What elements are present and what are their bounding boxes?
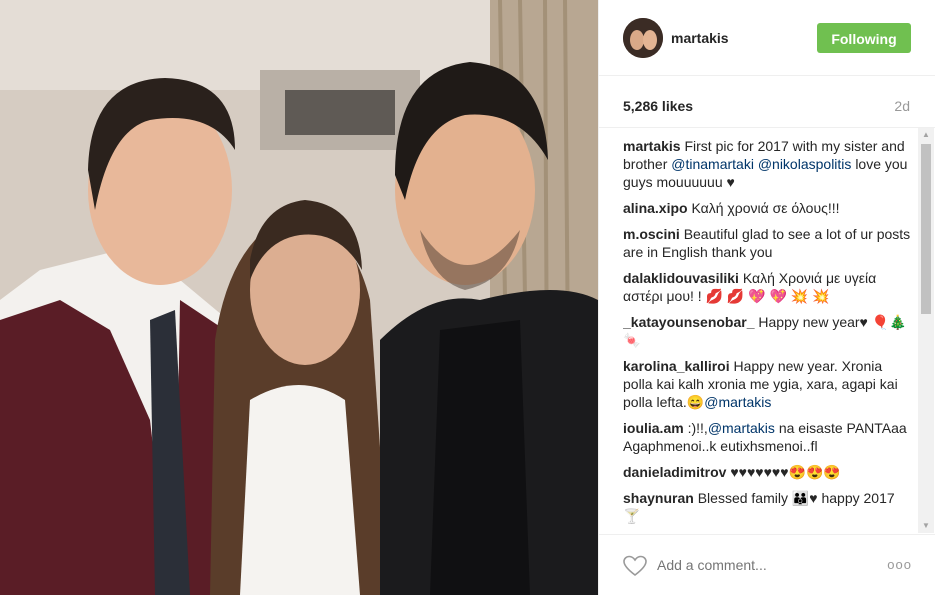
following-button[interactable]: Following	[817, 23, 911, 53]
comment-item: shaynuran Blessed family 👪♥ happy 2017 🍸	[623, 489, 913, 525]
post-photo-illustration	[0, 0, 598, 595]
post-photo	[0, 0, 598, 595]
post-header: martakis Following	[599, 0, 935, 76]
post-age[interactable]: 2d	[894, 98, 910, 114]
comment-mention[interactable]: @martakis	[704, 394, 771, 410]
add-comment-input[interactable]	[657, 557, 857, 573]
comments-list[interactable]: martakis First pic for 2017 with my sist…	[623, 137, 913, 533]
comment-item: m.oscini Beautiful glad to see a lot of …	[623, 225, 913, 261]
comment-text: :)!!,	[687, 420, 708, 436]
comment-item: karolina_kalliroi Happy new year. Xronia…	[623, 357, 913, 411]
comment-item: ioulia.am :)!!,@martakis na eisaste PANT…	[623, 419, 913, 455]
comment-username[interactable]: martakis	[623, 138, 681, 154]
comment-username[interactable]: shaynuran	[623, 490, 694, 506]
comment-item: dalaklidouvasiliki Καλή Χρονιά με υγεία …	[623, 269, 913, 305]
comment-username[interactable]: dalaklidouvasiliki	[623, 270, 739, 286]
comment-mention[interactable]: @martakis	[708, 420, 775, 436]
post-stats: 5,286 likes 2d	[599, 76, 935, 128]
scroll-up-arrow-icon[interactable]: ▲	[918, 128, 934, 142]
comment-mention[interactable]: @nikolaspolitis	[758, 156, 852, 172]
comment-mention[interactable]: @tinamartaki	[671, 156, 754, 172]
more-options-icon[interactable]: ooo	[887, 557, 912, 572]
comment-username[interactable]: m.oscini	[623, 226, 680, 242]
heart-icon[interactable]	[623, 555, 647, 577]
likes-count[interactable]: 5,286 likes	[623, 98, 693, 114]
scroll-down-arrow-icon[interactable]: ▼	[918, 519, 934, 533]
comment-item: danieladimitrov ♥♥♥♥♥♥♥😍😍😍	[623, 463, 913, 481]
avatar[interactable]	[623, 18, 663, 58]
comment-username[interactable]: _katayounsenobar_	[623, 314, 755, 330]
comment-text: ♥♥♥♥♥♥♥😍😍😍	[730, 464, 841, 480]
avatar-image	[623, 18, 663, 58]
post-footer: ooo	[599, 534, 935, 595]
comment-item: alina.xipo Καλή χρονιά σε όλους!!!	[623, 199, 913, 217]
comment-username[interactable]: ioulia.am	[623, 420, 684, 436]
comment-username[interactable]: karolina_kalliroi	[623, 358, 730, 374]
comment-item: _katayounsenobar_ Happy new year♥ 🎈🎄🍬	[623, 313, 913, 349]
post-sidebar: martakis Following 5,286 likes 2d martak…	[598, 0, 935, 595]
scrollbar-thumb[interactable]	[921, 144, 931, 314]
comments-scrollbar[interactable]: ▲ ▼	[918, 128, 934, 533]
comment-username[interactable]: danieladimitrov	[623, 464, 726, 480]
username[interactable]: martakis	[671, 30, 729, 46]
comment-text: Καλή χρονιά σε όλους!!!	[691, 200, 840, 216]
comment-item: martakis First pic for 2017 with my sist…	[623, 137, 913, 191]
comment-username[interactable]: alina.xipo	[623, 200, 688, 216]
